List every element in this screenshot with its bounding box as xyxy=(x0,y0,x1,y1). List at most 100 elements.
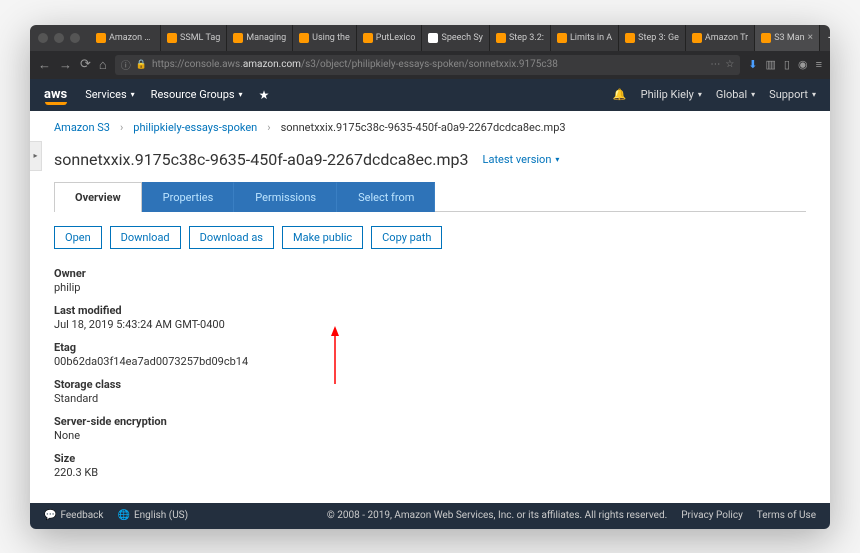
aws-favicon-icon xyxy=(363,33,373,43)
detail-label: Owner xyxy=(54,267,806,280)
tab-label: Step 3.2: xyxy=(509,33,544,43)
detail-storage-class: Storage class Standard xyxy=(54,378,806,405)
tab-label: Amazon Tr xyxy=(705,33,748,43)
language-link[interactable]: 🌐English (US) xyxy=(117,510,188,521)
page-title-row: sonnetxxix.9175c38c-9635-450f-a0a9-2267d… xyxy=(30,142,830,181)
tab-label: PutLexico xyxy=(376,33,416,43)
info-icon: ⓘ xyxy=(121,57,131,72)
tab-select-from[interactable]: Select from xyxy=(337,182,435,212)
terms-link[interactable]: Terms of Use xyxy=(757,510,816,521)
close-window-icon[interactable] xyxy=(38,33,48,43)
aws-logo[interactable]: aws xyxy=(44,87,67,102)
library-icon[interactable]: ▥ xyxy=(766,58,776,71)
feedback-link[interactable]: 💬Feedback xyxy=(44,510,103,521)
url-text: https://console.aws.amazon.com/s3/object… xyxy=(152,59,558,70)
aws-favicon-icon xyxy=(692,33,702,43)
content-tabs: Overview Properties Permissions Select f… xyxy=(54,181,806,212)
detail-label: Last modified xyxy=(54,304,806,317)
tab-permissions[interactable]: Permissions xyxy=(234,182,337,212)
browser-window: Amazon Po SSML Tag Managing Using the Pu… xyxy=(30,25,830,529)
detail-value: philip xyxy=(54,281,806,294)
open-button[interactable]: Open xyxy=(54,226,102,249)
browser-tab[interactable]: PutLexico xyxy=(357,25,423,51)
aws-favicon-icon xyxy=(557,33,567,43)
caret-down-icon: ▾ xyxy=(239,90,243,99)
new-tab-button[interactable]: + xyxy=(820,25,830,51)
main-content: ▸ Amazon S3 › philipkiely-essays-spoken … xyxy=(30,111,830,503)
account-icon[interactable]: ◉ xyxy=(798,58,808,71)
pin-icon[interactable]: ★ xyxy=(259,88,270,102)
browser-tab[interactable]: Amazon Po xyxy=(90,25,161,51)
resource-groups-menu[interactable]: Resource Groups▾ xyxy=(151,88,243,101)
download-button[interactable]: Download xyxy=(110,226,181,249)
make-public-button[interactable]: Make public xyxy=(282,226,363,249)
address-bar[interactable]: ⓘ 🔒 https://console.aws.amazon.com/s3/ob… xyxy=(115,55,741,75)
tab-label: Step 3: Ge xyxy=(638,33,679,43)
reload-button-icon[interactable]: ⟳ xyxy=(80,57,91,72)
copyright-text: © 2008 - 2019, Amazon Web Services, Inc.… xyxy=(327,510,667,521)
detail-value: 220.3 KB xyxy=(54,466,806,479)
privacy-link[interactable]: Privacy Policy xyxy=(681,510,743,521)
speech-bubble-icon: 💬 xyxy=(44,510,56,521)
detail-value: Jul 18, 2019 5:43:24 AM GMT-0400 xyxy=(54,318,806,331)
lock-icon: 🔒 xyxy=(136,60,147,70)
copy-path-button[interactable]: Copy path xyxy=(371,226,442,249)
footer-left: 💬Feedback 🌐English (US) xyxy=(44,510,188,521)
detail-value: None xyxy=(54,429,806,442)
titlebar: Amazon Po SSML Tag Managing Using the Pu… xyxy=(30,25,830,51)
breadcrumb-root[interactable]: Amazon S3 xyxy=(54,121,110,134)
detail-etag: Etag 00b62da03f14ea7ad0073257bd09cb14 xyxy=(54,341,806,368)
tab-label: Limits in A xyxy=(570,33,612,43)
caret-down-icon: ▾ xyxy=(698,90,702,99)
browser-tab-active[interactable]: S3 Man × xyxy=(755,25,820,51)
download-icon[interactable]: ⬇ xyxy=(748,58,757,71)
detail-owner: Owner philip xyxy=(54,267,806,294)
actions-row: Open Download Download as Make public Co… xyxy=(30,212,830,259)
forward-button-icon[interactable]: → xyxy=(59,57,72,73)
maximize-window-icon[interactable] xyxy=(70,33,80,43)
sidebar-toggle[interactable]: ▸ xyxy=(30,141,42,171)
star-icon[interactable]: ☆ xyxy=(725,59,734,70)
aws-header-right: 🔔 Philip Kiely▾ Global▾ Support▾ xyxy=(613,88,816,101)
support-menu[interactable]: Support▾ xyxy=(769,88,816,101)
favicon-icon xyxy=(428,33,438,43)
breadcrumb: Amazon S3 › philipkiely-essays-spoken › … xyxy=(30,111,830,142)
download-as-button[interactable]: Download as xyxy=(189,226,274,249)
window-controls xyxy=(38,33,80,43)
sidebar-icon[interactable]: ▯ xyxy=(784,58,790,71)
notifications-icon[interactable]: 🔔 xyxy=(613,88,627,101)
home-button-icon[interactable]: ⌂ xyxy=(99,57,107,73)
browser-tab[interactable]: Step 3: Ge xyxy=(619,25,686,51)
browser-tab[interactable]: Using the xyxy=(293,25,357,51)
back-button-icon[interactable]: ← xyxy=(38,57,51,73)
page-title: sonnetxxix.9175c38c-9635-450f-a0a9-2267d… xyxy=(54,150,469,169)
browser-tab[interactable]: SSML Tag xyxy=(161,25,227,51)
services-menu[interactable]: Services▾ xyxy=(85,88,134,101)
tab-overview[interactable]: Overview xyxy=(54,182,142,212)
tab-label: SSML Tag xyxy=(180,33,220,43)
breadcrumb-separator-icon: › xyxy=(267,121,270,134)
browser-tab[interactable]: Limits in A xyxy=(551,25,619,51)
browser-tab[interactable]: Amazon Tr xyxy=(686,25,755,51)
menu-icon[interactable]: ≡ xyxy=(816,58,822,71)
detail-label: Etag xyxy=(54,341,806,354)
browser-tab[interactable]: Managing xyxy=(227,25,293,51)
browser-tab[interactable]: Step 3.2: xyxy=(490,25,551,51)
detail-value: Standard xyxy=(54,392,806,405)
aws-favicon-icon xyxy=(233,33,243,43)
close-tab-icon[interactable]: × xyxy=(808,32,813,43)
minimize-window-icon[interactable] xyxy=(54,33,64,43)
detail-last-modified: Last modified Jul 18, 2019 5:43:24 AM GM… xyxy=(54,304,806,331)
object-details: Owner philip Last modified Jul 18, 2019 … xyxy=(30,259,830,503)
tab-label: Managing xyxy=(246,33,286,43)
tab-label: S3 Man xyxy=(774,33,804,43)
version-dropdown[interactable]: Latest version▾ xyxy=(483,153,560,166)
more-icon[interactable]: ⋯ xyxy=(710,59,720,70)
account-menu[interactable]: Philip Kiely▾ xyxy=(641,88,702,101)
browser-tab[interactable]: Speech Sy xyxy=(422,25,489,51)
tab-properties[interactable]: Properties xyxy=(142,182,235,212)
breadcrumb-bucket[interactable]: philipkiely-essays-spoken xyxy=(133,121,257,134)
region-menu[interactable]: Global▾ xyxy=(716,88,755,101)
aws-favicon-icon xyxy=(625,33,635,43)
globe-icon: 🌐 xyxy=(117,510,129,521)
